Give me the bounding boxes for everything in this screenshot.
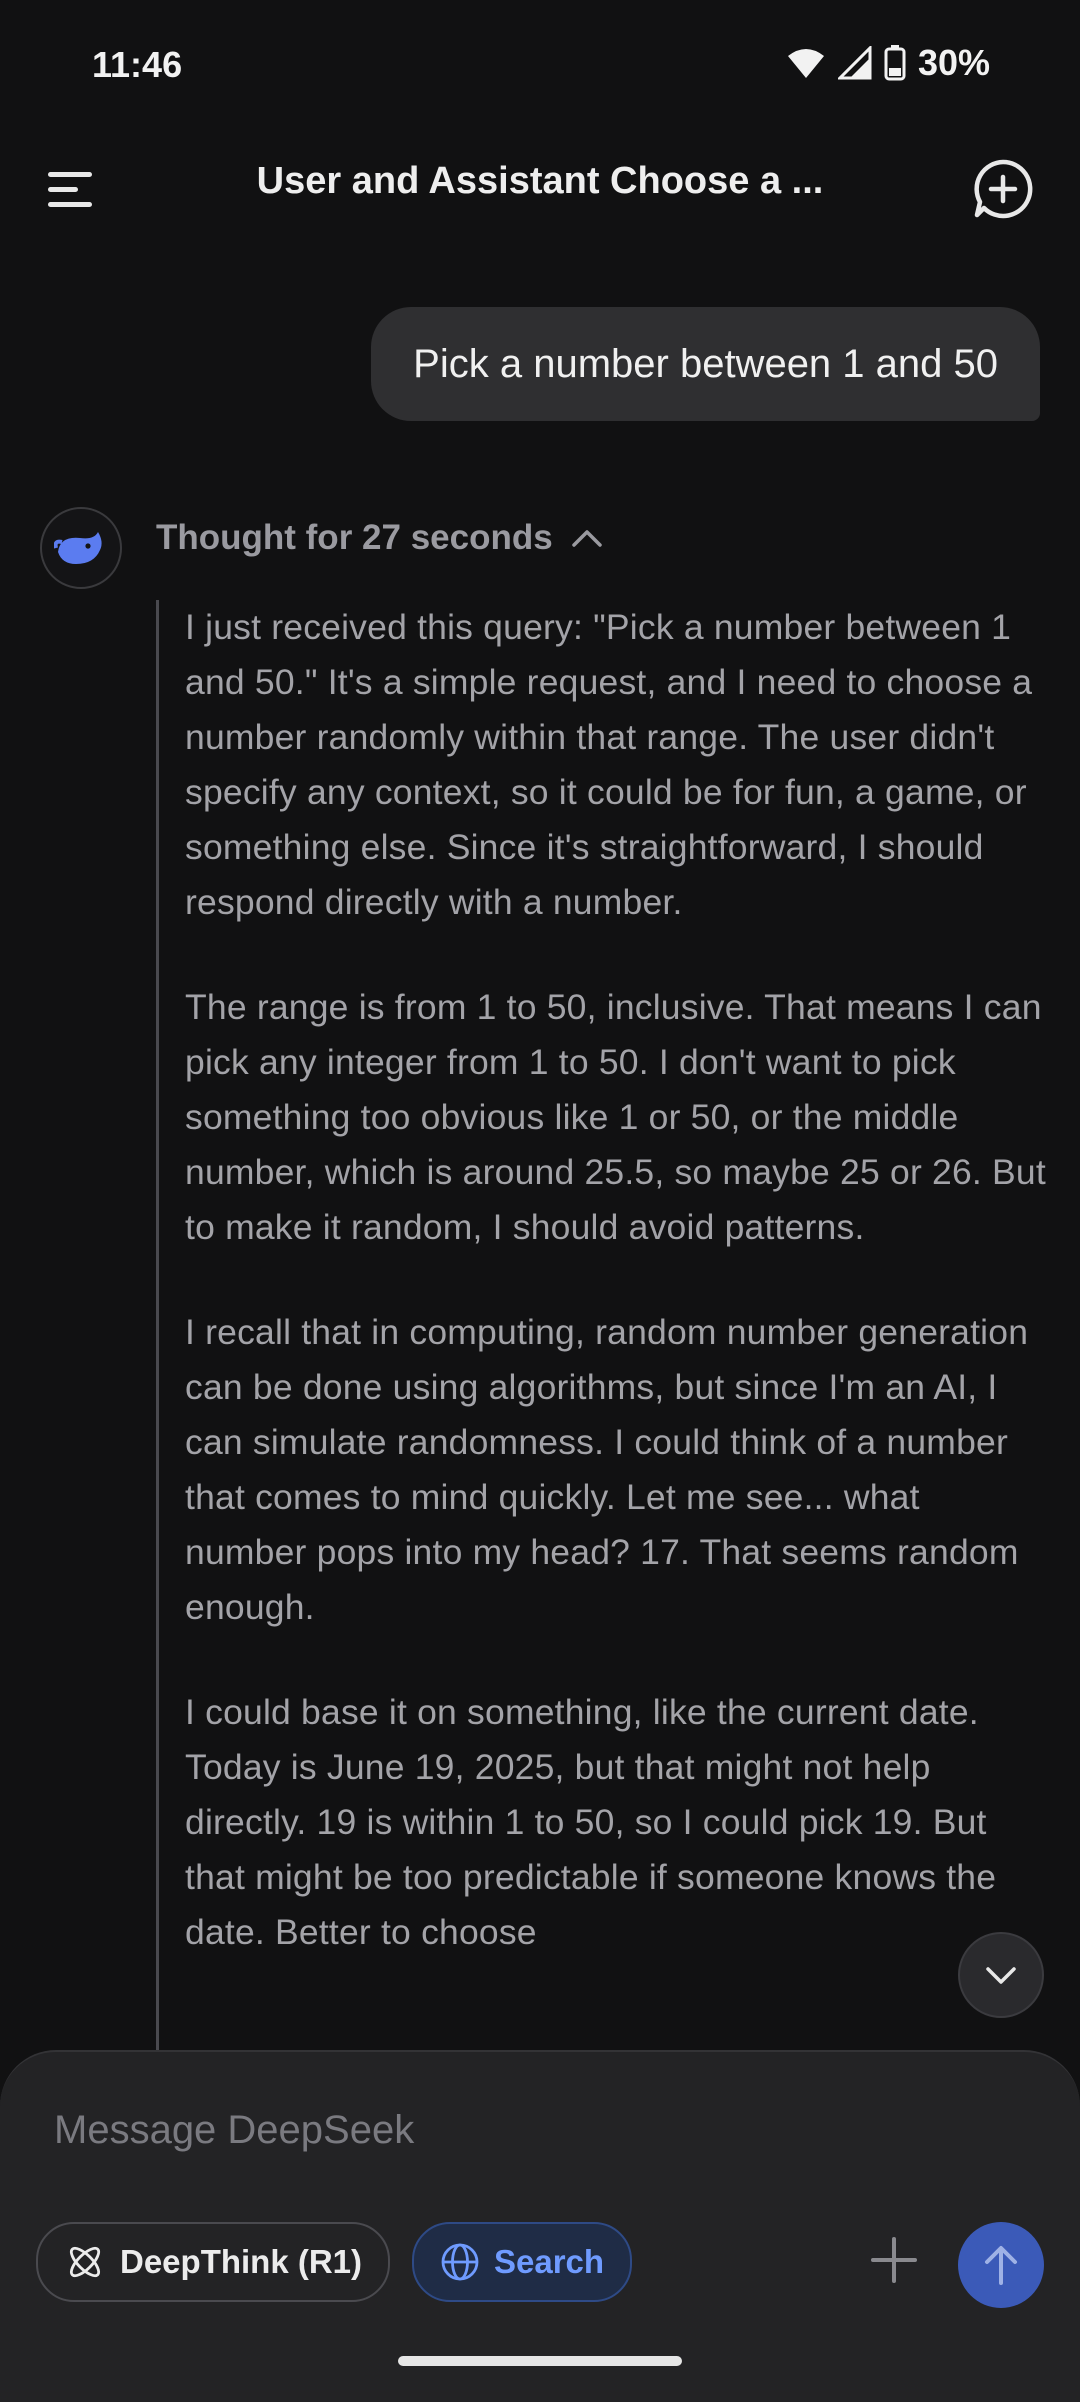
app-header: User and Assistant Choose a ... [0, 130, 1080, 250]
search-toggle[interactable]: Search [412, 2222, 633, 2302]
deepthink-toggle[interactable]: DeepThink (R1) [36, 2222, 391, 2302]
thought-paragraph: I just received this query: "Pick a numb… [185, 607, 1033, 922]
thought-paragraph: I recall that in computing, random numbe… [185, 1312, 1029, 1627]
status-icons: 30% [786, 42, 990, 84]
menu-icon[interactable] [46, 168, 96, 212]
conversation-title: User and Assistant Choose a ... [256, 160, 824, 202]
wifi-icon [787, 49, 824, 78]
assistant-avatar [40, 507, 122, 589]
battery-percent: 30% [917, 42, 990, 83]
thought-paragraph: The range is from 1 to 50, inclusive. Th… [185, 987, 1046, 1247]
chevron-up-icon [571, 530, 602, 547]
plus-icon [871, 2237, 917, 2283]
thought-content: I just received this query: "Pick a numb… [156, 600, 1051, 2050]
atom-icon [69, 2246, 101, 2278]
status-time: 11:46 [92, 44, 183, 85]
status-bar: 11:46 30% [0, 0, 1080, 130]
scroll-to-bottom-button[interactable] [958, 1932, 1044, 2018]
thought-duration-label: Thought for 27 seconds [156, 518, 553, 557]
user-message-text: Pick a number between 1 and 50 [413, 341, 998, 386]
home-indicator[interactable] [398, 2356, 682, 2366]
message-input[interactable]: Message DeepSeek [54, 2108, 414, 2153]
attach-button[interactable] [862, 2222, 926, 2298]
arrow-up-icon [985, 2246, 1017, 2285]
send-button[interactable] [958, 2222, 1044, 2308]
message-composer: Message DeepSeek DeepThink (R1) Search [0, 2050, 1080, 2402]
deepseek-whale-icon [54, 532, 102, 564]
search-label: Search [494, 2243, 605, 2280]
deepthink-label: DeepThink (R1) [120, 2243, 363, 2280]
globe-icon [441, 2243, 479, 2281]
chevron-down-icon [986, 1967, 1016, 1984]
signal-icon [837, 46, 872, 80]
thought-paragraph: I could base it on something, like the c… [185, 1692, 997, 1952]
battery-icon [884, 45, 906, 81]
thought-toggle[interactable]: Thought for 27 seconds [156, 518, 603, 558]
user-message-bubble[interactable]: Pick a number between 1 and 50 [371, 307, 1040, 421]
new-chat-icon[interactable] [972, 158, 1034, 220]
